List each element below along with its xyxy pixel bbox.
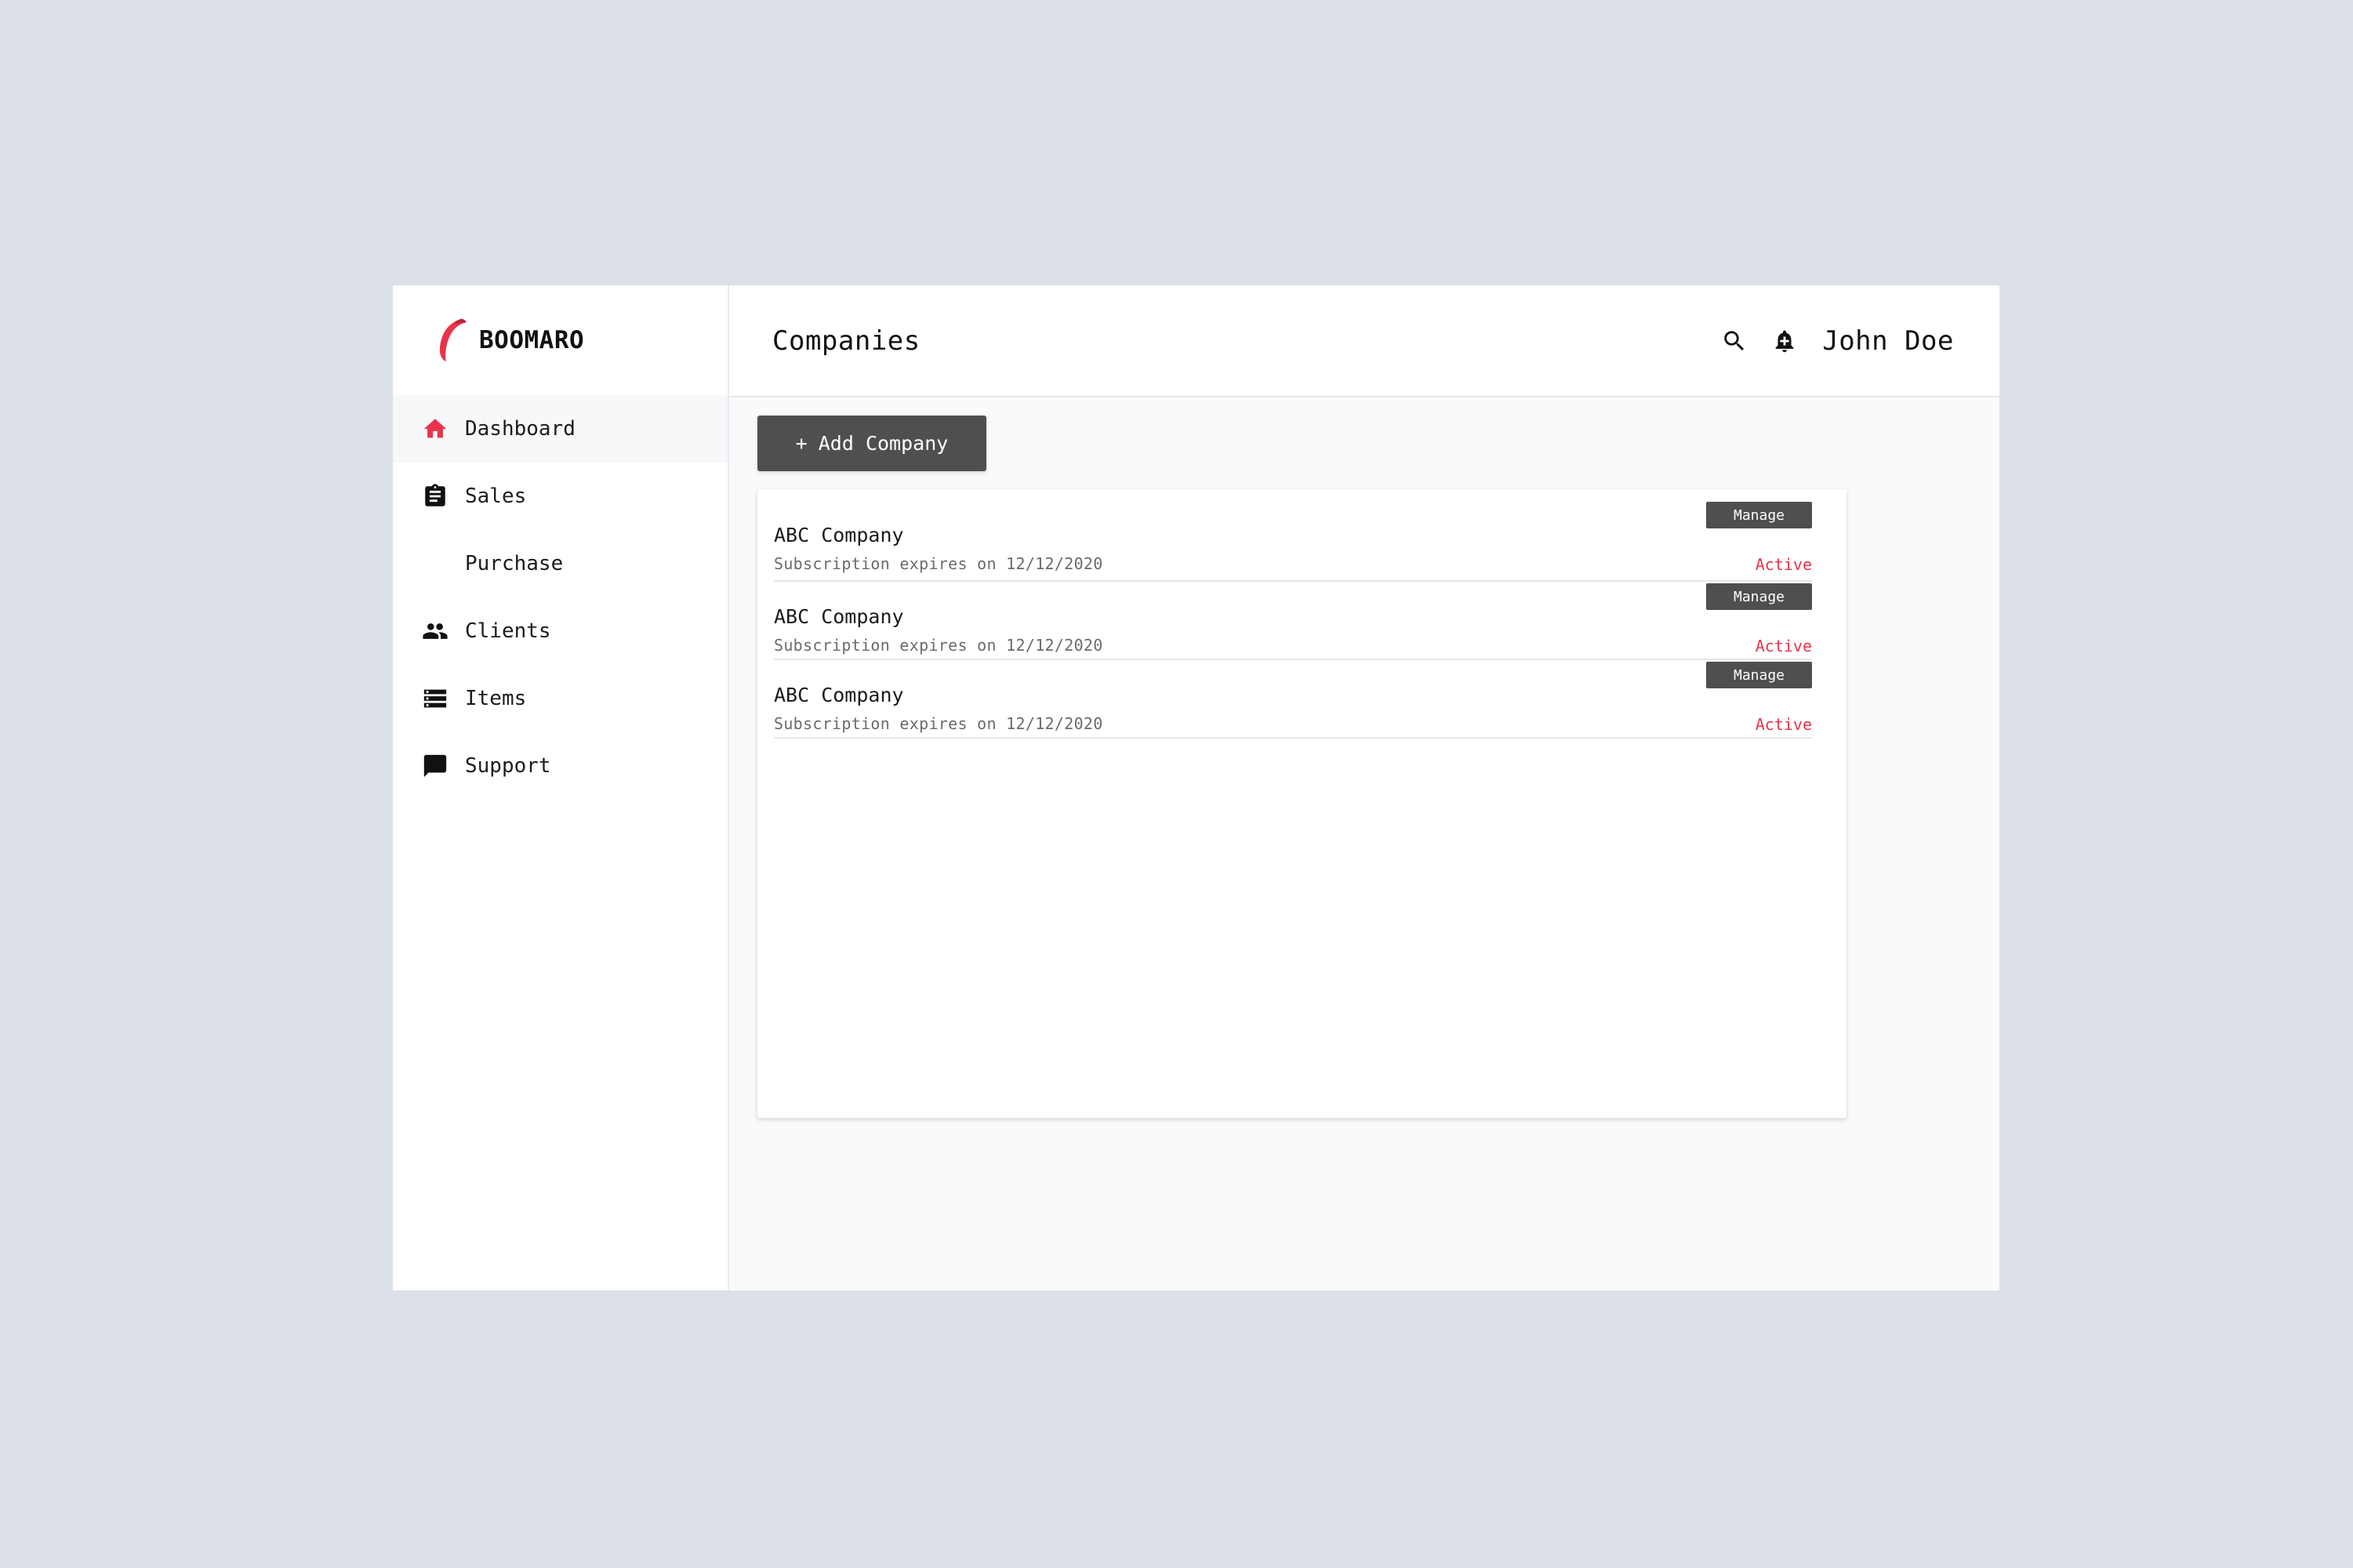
sidebar-item-label: Support bbox=[465, 754, 551, 778]
status-badge: Active bbox=[1755, 555, 1812, 574]
clipboard-icon bbox=[421, 482, 449, 510]
main-panel: Companies John Doe + Add Company ABC Com… bbox=[729, 285, 1999, 1290]
companies-list: ABC Company Subscription expires on 12/1… bbox=[757, 489, 1846, 1118]
subscription-text: Subscription expires on 12/12/2020 bbox=[774, 636, 1103, 655]
top-bar: Companies John Doe bbox=[729, 285, 1999, 397]
add-company-button[interactable]: + Add Company bbox=[757, 416, 986, 471]
status-badge: Active bbox=[1755, 637, 1812, 655]
company-name: ABC Company bbox=[774, 605, 904, 628]
subscription-text: Subscription expires on 12/12/2020 bbox=[774, 714, 1103, 733]
plus-icon: + bbox=[795, 432, 808, 455]
app-window: BOOMARO Dashboard Sales Purchase Clients… bbox=[393, 285, 1999, 1290]
sidebar-item-label: Purchase bbox=[465, 552, 564, 575]
top-actions: John Doe bbox=[1719, 325, 1954, 357]
sidebar-item-sales[interactable]: Sales bbox=[393, 463, 728, 530]
brand[interactable]: BOOMARO bbox=[393, 285, 728, 395]
brand-name: BOOMARO bbox=[479, 326, 585, 354]
bell-icon[interactable] bbox=[1769, 325, 1800, 357]
sidebar-item-label: Clients bbox=[465, 619, 551, 643]
user-name[interactable]: John Doe bbox=[1822, 325, 1954, 357]
sidebar: BOOMARO Dashboard Sales Purchase Clients… bbox=[393, 285, 729, 1290]
manage-button[interactable]: Manage bbox=[1706, 502, 1812, 528]
company-name: ABC Company bbox=[774, 684, 904, 706]
sidebar-item-label: Dashboard bbox=[465, 417, 576, 441]
people-icon bbox=[421, 617, 449, 645]
list-item[interactable]: ABC Company Subscription expires on 12/1… bbox=[774, 582, 1812, 660]
home-icon bbox=[421, 415, 449, 443]
sidebar-item-label: Items bbox=[465, 687, 527, 710]
sidebar-item-items[interactable]: Items bbox=[393, 665, 728, 732]
content-area: + Add Company ABC Company Subscription e… bbox=[729, 397, 1999, 1290]
sidebar-item-clients[interactable]: Clients bbox=[393, 597, 728, 665]
company-name: ABC Company bbox=[774, 524, 904, 546]
list-item[interactable]: ABC Company Subscription expires on 12/1… bbox=[774, 500, 1812, 582]
sidebar-item-purchase[interactable]: Purchase bbox=[393, 530, 728, 597]
sidebar-nav: Dashboard Sales Purchase Clients Items S… bbox=[393, 395, 728, 800]
boomerang-logo-icon bbox=[439, 318, 467, 361]
subscription-text: Subscription expires on 12/12/2020 bbox=[774, 554, 1103, 573]
status-badge: Active bbox=[1755, 715, 1812, 734]
manage-button[interactable]: Manage bbox=[1706, 662, 1812, 688]
storage-icon bbox=[421, 684, 449, 713]
manage-button[interactable]: Manage bbox=[1706, 583, 1812, 610]
page-title: Companies bbox=[772, 325, 921, 357]
sidebar-item-label: Sales bbox=[465, 485, 527, 508]
sidebar-item-dashboard[interactable]: Dashboard bbox=[393, 395, 728, 463]
chat-icon bbox=[421, 752, 449, 780]
search-icon[interactable] bbox=[1719, 325, 1750, 357]
list-item[interactable]: ABC Company Subscription expires on 12/1… bbox=[774, 660, 1812, 739]
sidebar-item-support[interactable]: Support bbox=[393, 732, 728, 800]
add-company-label: Add Company bbox=[818, 432, 949, 455]
